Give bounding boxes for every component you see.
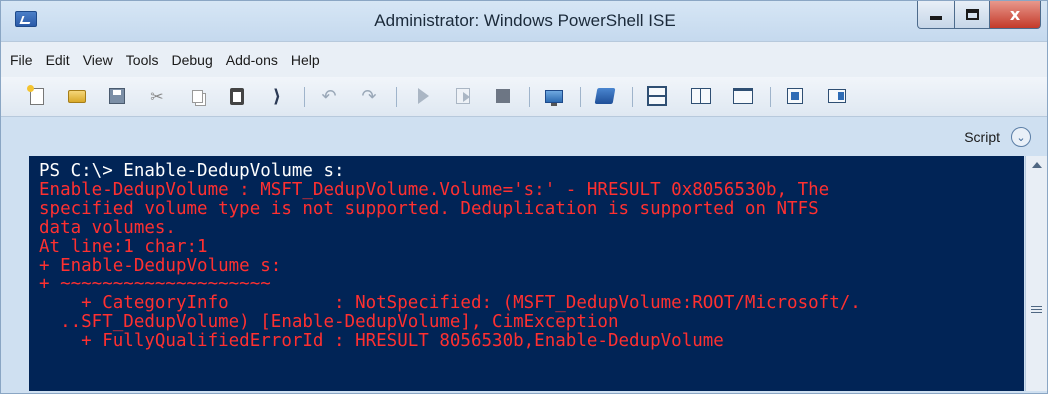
minimize-icon (930, 15, 942, 20)
show-addon-icon (828, 89, 846, 103)
console-scrollbar[interactable] (1025, 156, 1047, 391)
console-error-line: data volumes. (39, 217, 176, 238)
console-error-line: + CategoryInfo : NotSpecified: (MSFT_Ded… (39, 293, 861, 314)
console-error-line: At line:1 char:1 (39, 236, 208, 257)
show-script-maximized-button[interactable] (733, 86, 753, 106)
toolbar-separator (396, 87, 397, 107)
clear-console-icon: ⟩ (272, 85, 282, 107)
menu-edit[interactable]: Edit (46, 52, 70, 68)
console-error-line: + Enable-DedupVolume s: (39, 255, 282, 276)
console-error-line: + ~~~~~~~~~~~~~~~~~~~~ (39, 274, 271, 295)
paste-icon (230, 87, 244, 105)
open-icon (68, 89, 86, 103)
menu-debug[interactable]: Debug (171, 52, 212, 68)
window-title: Administrator: Windows PowerShell ISE (374, 11, 676, 30)
console-pane[interactable]: PS C:\> Enable-DedupVolume s: Enable-Dedu… (29, 156, 1024, 391)
undo-icon: ↶ (321, 85, 337, 107)
powershell-ise-window: Administrator: Windows PowerShell ISE x … (0, 0, 1048, 394)
menu-help[interactable]: Help (291, 52, 320, 68)
console-error-line: Enable-DedupVolume : MSFT_DedupVolume.Vo… (39, 179, 830, 200)
new-script-button[interactable] (27, 84, 47, 106)
copy-icon (191, 89, 203, 103)
scroll-up-arrow-icon[interactable] (1032, 162, 1042, 168)
close-button[interactable]: x (989, 1, 1041, 29)
show-script-right-button[interactable] (691, 86, 711, 106)
redo-icon: ↷ (361, 85, 377, 107)
run-script-button[interactable] (413, 86, 433, 106)
toolbar-separator (770, 87, 771, 107)
remote-powershell-button[interactable] (544, 86, 564, 106)
run-selection-button[interactable] (453, 86, 473, 106)
show-commands-icon (787, 88, 803, 104)
maximize-button[interactable] (954, 1, 990, 29)
console-error-line: specified volume type is not supported. … (39, 198, 819, 219)
console-error-line: + FullyQualifiedErrorId : HRESULT 805653… (39, 331, 724, 352)
menu-view[interactable]: View (83, 52, 113, 68)
script-pane-label[interactable]: Script (964, 129, 1000, 145)
chevron-down-icon: ⌄ (1016, 130, 1026, 144)
clear-console-button[interactable]: ⟩ (267, 85, 287, 107)
show-addon-button[interactable] (827, 86, 847, 106)
menu-file[interactable]: File (10, 52, 33, 68)
close-icon: x (1009, 5, 1021, 24)
toolbar-separator (529, 87, 530, 107)
show-script-top-button[interactable] (647, 86, 667, 106)
console-prompt-line: PS C:\> Enable-DedupVolume s: (39, 161, 345, 181)
menu-tools[interactable]: Tools (126, 52, 159, 68)
run-script-icon (417, 88, 429, 104)
powershell-console-icon (594, 88, 616, 104)
menu-bar: File Edit View Tools Debug Add-ons Help (1, 41, 1047, 77)
show-script-maximized-icon (733, 88, 753, 104)
cut-icon: ✂ (150, 86, 164, 106)
maximize-icon (965, 9, 979, 20)
copy-button[interactable] (187, 86, 207, 106)
undo-button[interactable]: ↶ (319, 85, 339, 107)
scroll-grip-icon[interactable] (1031, 306, 1042, 315)
show-script-right-icon (691, 88, 711, 104)
stop-button[interactable] (493, 86, 513, 106)
cut-button[interactable]: ✂ (147, 86, 167, 106)
show-commands-button[interactable] (785, 86, 805, 106)
title-bar[interactable]: Administrator: Windows PowerShell ISE x (1, 1, 1047, 41)
toolbar-separator (304, 87, 305, 107)
new-script-icon (27, 84, 44, 105)
toolbar: ✂ ⟩ ↶ ↷ (1, 77, 1047, 117)
paste-button[interactable] (227, 86, 247, 106)
toolbar-separator (580, 87, 581, 107)
menu-add-ons[interactable]: Add-ons (226, 52, 278, 68)
show-script-pane-button[interactable]: ⌄ (1011, 127, 1031, 147)
toolbar-separator (632, 87, 633, 107)
run-selection-icon (456, 88, 470, 104)
remote-powershell-icon (545, 89, 563, 106)
save-icon (109, 88, 125, 104)
script-pane-header: Script ⌄ (1, 119, 1047, 155)
stop-icon (496, 89, 510, 103)
open-button[interactable] (67, 86, 87, 106)
show-script-top-icon (647, 86, 667, 106)
powershell-console-button[interactable] (594, 86, 616, 106)
save-button[interactable] (107, 86, 127, 106)
minimize-button[interactable] (917, 1, 955, 29)
redo-button[interactable]: ↷ (359, 85, 379, 107)
console-error-line: ..SFT_DedupVolume) [Enable-DedupVolume],… (39, 312, 619, 333)
